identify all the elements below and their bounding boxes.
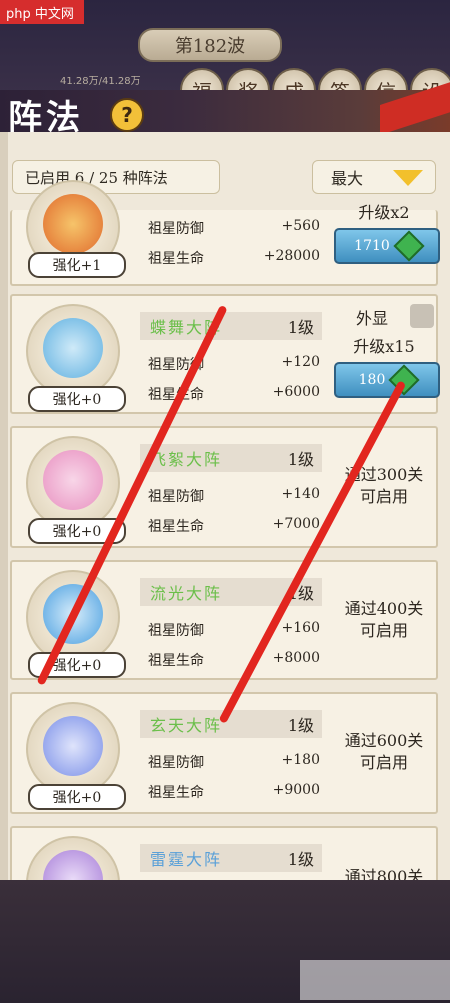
stat-health: 祖星生命 +28000 <box>148 248 320 267</box>
stat-defense: 祖星防御 +180 <box>148 752 320 771</box>
flame-emblem-icon <box>43 194 103 254</box>
formation-level: 1级 <box>287 450 314 469</box>
site-logo: php 中文网 <box>0 0 84 24</box>
sort-label: 最大 <box>331 169 364 188</box>
stats-readout: 41.28万/41.28万 <box>60 76 141 87</box>
stat-health: 祖星生命 +8000 <box>148 650 320 669</box>
stat-defense: 祖星防御 +120 <box>148 354 320 373</box>
formation-card[interactable]: 雷霆大阵 1级 通过800关 <box>10 826 438 930</box>
formation-card[interactable]: 强化+1 祖星防御 +560 祖星生命 +28000 升级x2 1710 <box>10 180 440 286</box>
upgrade-cost: 1710 <box>354 238 390 254</box>
enhance-button[interactable]: 强化+0 <box>28 784 126 810</box>
upgrade-cost: 180 <box>358 372 386 388</box>
upgrade-label: 升级x15 <box>353 337 415 356</box>
formation-level: 1级 <box>287 850 314 869</box>
formation-level: 1级 <box>287 716 314 735</box>
gem-icon <box>393 230 425 262</box>
show-label: 外显 <box>355 309 388 328</box>
show-toggle[interactable] <box>410 304 434 328</box>
formation-name: 玄天大阵 <box>150 716 223 735</box>
enhance-button[interactable]: 强化+1 <box>28 252 126 278</box>
butterfly-emblem-icon <box>43 318 103 378</box>
upgrade-button[interactable]: 180 <box>334 362 440 398</box>
formation-name-box: 玄天大阵 1级 <box>140 710 322 738</box>
feather-emblem-icon <box>43 450 103 510</box>
formation-name: 飞絮大阵 <box>150 450 223 469</box>
upgrade-label: 升级x2 <box>358 203 410 222</box>
stat-health: 祖星生命 +7000 <box>148 516 320 535</box>
formation-avatar <box>26 702 120 796</box>
sky-emblem-icon <box>43 716 103 776</box>
formation-level: 1级 <box>287 318 314 337</box>
wave-indicator: 第182波 <box>138 28 282 62</box>
enhance-button[interactable]: 强化+0 <box>28 386 126 412</box>
unlock-condition: 通过600关 可启用 <box>344 731 424 772</box>
stat-defense: 祖星防御 +160 <box>148 620 320 639</box>
upgrade-button[interactable]: 1710 <box>334 228 440 264</box>
formation-name-box: 雷霆大阵 1级 <box>140 844 322 872</box>
stat-defense: 祖星防御 +560 <box>148 218 320 237</box>
stat-health: 祖星生命 +9000 <box>148 782 320 801</box>
sort-dropdown[interactable]: 最大 <box>312 160 436 194</box>
formation-name-box: 飞絮大阵 1级 <box>140 444 322 472</box>
unlock-condition: 通过400关 可启用 <box>344 599 424 640</box>
chevron-down-icon <box>393 170 423 186</box>
formation-name-box: 蝶舞大阵 1级 <box>140 312 322 340</box>
formation-avatar <box>26 436 120 530</box>
watermark-overlay <box>300 960 450 1000</box>
formation-name: 雷霆大阵 <box>150 850 223 869</box>
panel-edge <box>0 132 8 892</box>
formation-avatar <box>26 304 120 398</box>
formation-name: 流光大阵 <box>150 584 223 603</box>
stat-defense: 祖星防御 +140 <box>148 486 320 505</box>
help-button[interactable]: ? <box>110 98 144 132</box>
